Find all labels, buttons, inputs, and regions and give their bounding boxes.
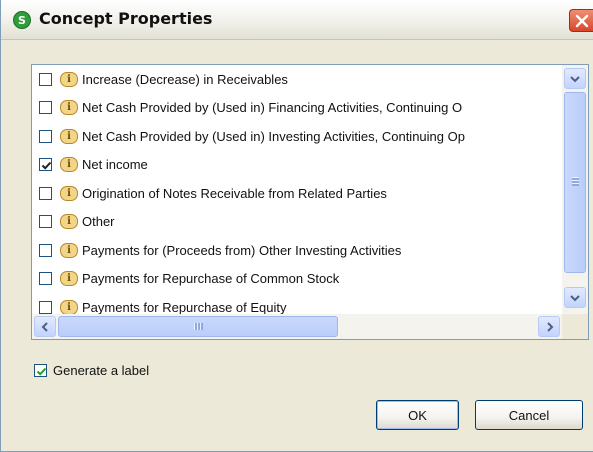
item-checkbox[interactable] [39,300,52,314]
item-checkbox[interactable] [39,243,52,257]
info-icon: i [60,214,78,229]
close-button[interactable] [569,9,593,32]
info-icon: i [60,100,78,115]
list-item[interactable]: i Origination of Notes Receivable from Re… [32,181,562,205]
chevron-down-icon [570,295,580,302]
generate-label-text: Generate a label [53,362,150,378]
item-checkbox[interactable] [39,72,52,86]
generate-label-checkbox[interactable] [34,363,47,377]
dialog-title: Concept Properties [39,9,213,28]
item-checkbox[interactable] [39,215,52,228]
scroll-down-button[interactable] [564,287,586,308]
ok-button[interactable]: OK [376,400,459,430]
list-item-label: Increase (Decrease) in Receivables [82,71,288,87]
info-icon: i [60,157,78,172]
checkmark-icon [36,367,47,376]
info-icon: i [60,242,78,258]
list-item[interactable]: i Increase (Decrease) in Receivables [32,67,562,91]
item-checkbox[interactable] [39,129,52,143]
list-item[interactable]: i Payments for Repurchase of Equity [32,295,562,314]
scroll-grip-icon [194,323,203,330]
list-item-label: Net income [82,157,148,172]
cancel-button[interactable]: Cancel [475,400,583,430]
checkmark-icon [41,161,52,170]
list-item-label: Net Cash Provided by (Used in) Investing… [82,128,465,144]
item-checkbox[interactable] [39,101,52,114]
info-icon: i [60,128,78,144]
scroll-right-button[interactable] [538,316,560,337]
list-item-label: Origination of Notes Receivable from Rel… [82,185,387,201]
chevron-down-icon [570,76,580,83]
list-item-label: Payments for (Proceeds from) Other Inves… [82,242,402,258]
chevron-right-icon [547,322,554,332]
item-checkbox[interactable] [39,158,52,171]
scroll-up-button[interactable] [564,68,586,89]
list-item-label: Payments for Repurchase of Common Stock [82,271,340,286]
title-bar[interactable]: S Concept Properties [1,0,593,40]
item-checkbox[interactable] [39,272,52,285]
concept-listbox[interactable]: i Increase (Decrease) in Receivables i Net … [31,64,589,340]
generate-label-option[interactable]: Generate a label [34,361,149,379]
vertical-scrollbar[interactable] [562,65,588,314]
info-icon: i [60,185,78,201]
info-icon: i [60,299,78,314]
info-icon: i [60,71,78,87]
scroll-grip-icon [572,177,579,186]
vertical-scroll-thumb[interactable] [564,92,586,273]
horizontal-scroll-thumb[interactable] [58,316,338,337]
list-item[interactable]: i Payments for (Proceeds from) Other Inve… [32,238,562,262]
chevron-left-icon [41,322,48,332]
horizontal-scrollbar[interactable] [32,314,588,339]
list-viewport: i Increase (Decrease) in Receivables i Net … [32,65,562,314]
scroll-left-button[interactable] [34,316,56,337]
concept-properties-dialog: S Concept Properties i Increase (Decrease… [0,0,593,452]
item-checkbox[interactable] [39,186,52,200]
list-item[interactable]: i Net Cash Provided by (Used in) Financin… [32,96,562,120]
info-icon: i [60,271,78,286]
app-logo-icon: S [13,11,31,29]
list-item[interactable]: i Net Cash Provided by (Used in) Investin… [32,124,562,148]
list-item-label: Net Cash Provided by (Used in) Financing… [82,100,463,115]
list-item[interactable]: i Net income [32,153,562,177]
list-item[interactable]: i Other [32,210,562,234]
list-item[interactable]: i Payments for Repurchase of Common Stock [32,267,562,291]
list-item-label: Other [82,214,115,229]
close-icon [575,14,589,28]
scrollbar-corner [562,314,588,339]
list-item-label: Payments for Repurchase of Equity [82,299,287,315]
